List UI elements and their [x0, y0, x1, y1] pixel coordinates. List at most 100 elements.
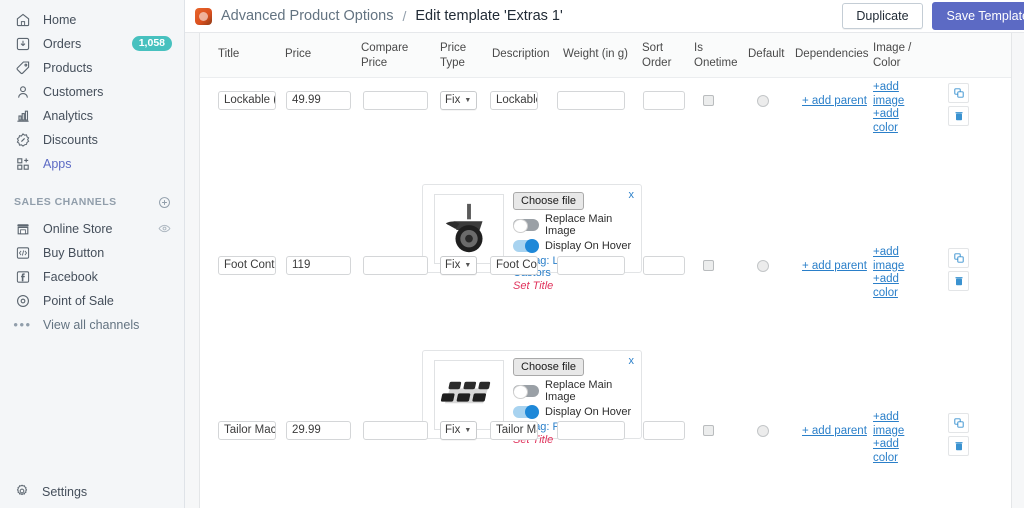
default-radio[interactable] [757, 95, 769, 107]
add-parent-link[interactable]: + add parent [802, 260, 867, 272]
price-type-select[interactable]: Fix ▼ [440, 421, 477, 440]
add-color-link-line1[interactable]: +add [873, 273, 904, 287]
duplicate-row-button[interactable] [948, 248, 969, 268]
plus-circle-icon[interactable] [157, 195, 172, 210]
sidebar-item-apps[interactable]: Apps [0, 152, 184, 175]
column-header-sort-order-line1: Sort [642, 42, 664, 54]
price-input[interactable]: 119 [286, 256, 351, 275]
add-image-link-line2[interactable]: image [873, 260, 904, 274]
add-image-link-line2[interactable]: image [873, 95, 904, 109]
replace-main-image-toggle[interactable] [513, 219, 539, 233]
sidebar-item-point-of-sale[interactable]: Point of Sale [0, 289, 184, 312]
add-parent-link[interactable]: + add parent [802, 95, 867, 107]
duplicate-row-button[interactable] [948, 83, 969, 103]
sidebar-item-label: Online Store [43, 221, 113, 236]
column-header-compare-price-line2: Price [361, 57, 388, 69]
replace-main-image-row: Replace Main Image [513, 379, 635, 403]
add-color-link-line2[interactable]: color [873, 287, 904, 301]
price-input[interactable]: 49.99 [286, 91, 351, 110]
add-image-link-line2[interactable]: image [873, 425, 904, 439]
column-header-price-type-line2: Type [440, 57, 465, 69]
description-input[interactable]: Tailor Ma [490, 421, 538, 440]
column-header-price-type-line1: Price [440, 42, 467, 54]
compare-price-input[interactable] [363, 421, 428, 440]
sidebar-item-customers[interactable]: Customers [0, 80, 184, 103]
orders-count-badge: 1,058 [131, 36, 172, 51]
sidebar-item-label: Customers [43, 84, 104, 99]
sidebar-item-facebook[interactable]: Facebook [0, 265, 184, 288]
sidebar-item-home[interactable]: Home [0, 8, 184, 31]
add-color-link-line2[interactable]: color [873, 122, 904, 136]
delete-row-button[interactable] [948, 436, 969, 456]
sidebar-item-buy-button[interactable]: Buy Button [0, 241, 184, 264]
price-input[interactable]: 29.99 [286, 421, 351, 440]
page-title: Edit template 'Extras 1' [415, 8, 563, 24]
sort-order-input[interactable] [643, 91, 685, 110]
sidebar: Home Orders 1,058 Products Customers Ana… [0, 0, 185, 508]
weight-input[interactable] [557, 91, 625, 110]
compare-price-input[interactable] [363, 91, 428, 110]
column-header-dependencies: Dependencies [795, 48, 869, 60]
title-input[interactable]: Lockable ( [218, 91, 276, 110]
eye-icon[interactable] [157, 221, 172, 236]
column-header-is-onetime-line1: Is [694, 42, 703, 54]
price-type-select[interactable]: Fix ▼ [440, 256, 477, 275]
add-image-link-line1[interactable]: +add [873, 246, 904, 260]
sort-order-input[interactable] [643, 256, 685, 275]
sidebar-item-label: Settings [42, 485, 88, 499]
code-brackets-icon [14, 244, 31, 261]
duplicate-row-button[interactable] [948, 413, 969, 433]
description-input[interactable]: Foot Cor [490, 256, 538, 275]
weight-input[interactable] [557, 256, 625, 275]
compare-price-input[interactable] [363, 256, 428, 275]
sidebar-item-online-store[interactable]: Online Store [0, 217, 184, 240]
default-radio[interactable] [757, 425, 769, 437]
sort-order-input[interactable] [643, 421, 685, 440]
is-onetime-checkbox[interactable] [703, 95, 714, 106]
description-input[interactable]: Lockable [490, 91, 538, 110]
sales-channels-section-header: SALES CHANNELS [0, 191, 184, 213]
price-type-select[interactable]: Fix ▼ [440, 91, 477, 110]
column-header-image-color-line1: Image / [873, 42, 912, 54]
scroll-area[interactable]: Title Price Compare Price Price Type Des… [185, 15, 1024, 508]
sidebar-item-label: Discounts [43, 132, 98, 147]
table-row: Foot Cont 119 Fix ▼ Foot Cor + add paren… [200, 243, 1011, 303]
chevron-down-icon: ▼ [464, 427, 472, 434]
title-input[interactable]: Foot Cont [218, 256, 276, 275]
column-header-default: Default [748, 48, 785, 60]
add-color-link-line2[interactable]: color [873, 452, 904, 466]
default-radio[interactable] [757, 260, 769, 272]
replace-main-image-toggle[interactable] [513, 385, 539, 399]
is-onetime-checkbox[interactable] [703, 260, 714, 271]
breadcrumb-app-name[interactable]: Advanced Product Options [221, 8, 394, 24]
close-icon[interactable]: x [629, 355, 635, 367]
column-header-is-onetime-line2: Onetime [694, 57, 738, 69]
sidebar-item-orders[interactable]: Orders 1,058 [0, 32, 184, 55]
sidebar-item-products[interactable]: Products [0, 56, 184, 79]
sidebar-item-settings[interactable]: Settings [0, 480, 184, 504]
save-template-button[interactable]: Save Template [931, 2, 1024, 30]
table-header-row: Title Price Compare Price Price Type Des… [200, 32, 1011, 78]
duplicate-button[interactable]: Duplicate [842, 3, 923, 29]
add-parent-link[interactable]: + add parent [802, 425, 867, 437]
choose-file-button[interactable]: Choose file [513, 358, 585, 376]
close-icon[interactable]: x [629, 189, 635, 201]
column-header-description: Description [492, 48, 550, 60]
sidebar-item-view-all-channels[interactable]: ••• View all channels [0, 313, 184, 336]
sidebar-item-analytics[interactable]: Analytics [0, 104, 184, 127]
location-pin-icon [14, 292, 31, 309]
is-onetime-checkbox[interactable] [703, 425, 714, 436]
delete-row-button[interactable] [948, 271, 969, 291]
add-color-link-line1[interactable]: +add [873, 108, 904, 122]
add-image-link-line1[interactable]: +add [873, 81, 904, 95]
sidebar-item-discounts[interactable]: Discounts [0, 128, 184, 151]
customers-icon [14, 83, 31, 100]
add-image-link-line1[interactable]: +add [873, 411, 904, 425]
title-input[interactable]: Tailor Mac [218, 421, 276, 440]
orders-icon [14, 35, 31, 52]
weight-input[interactable] [557, 421, 625, 440]
choose-file-button[interactable]: Choose file [513, 192, 585, 210]
sidebar-item-label: Products [43, 60, 93, 75]
add-color-link-line1[interactable]: +add [873, 438, 904, 452]
delete-row-button[interactable] [948, 106, 969, 126]
